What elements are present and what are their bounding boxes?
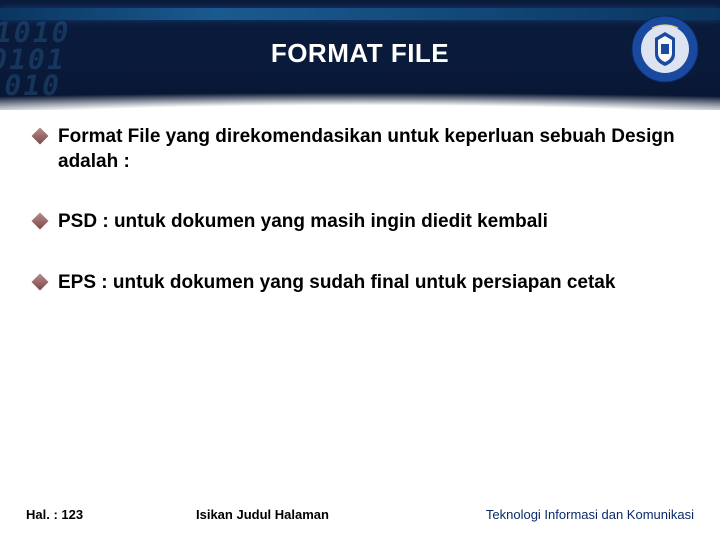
slide-title: FORMAT FILE [0, 38, 720, 69]
footer-center-text: Isikan Judul Halaman [196, 507, 486, 522]
bullet-item: EPS : untuk dokumen yang sudah final unt… [34, 271, 690, 296]
header-accent-band [0, 8, 720, 20]
page-number: Hal. : 123 [26, 507, 196, 522]
slide-header: 1010 0101 1010 FORMAT FILE [0, 0, 720, 110]
diamond-bullet-icon [32, 128, 49, 145]
bullet-text: EPS : untuk dokumen yang sudah final unt… [58, 271, 615, 296]
slide-footer: Hal. : 123 Isikan Judul Halaman Teknolog… [0, 507, 720, 522]
bullet-item: PSD : untuk dokumen yang masih ingin die… [34, 210, 690, 235]
bullet-text: PSD : untuk dokumen yang masih ingin die… [58, 210, 548, 235]
footer-right-text: Teknologi Informasi dan Komunikasi [486, 507, 694, 522]
diamond-bullet-icon [32, 213, 49, 230]
bullet-text: Format File yang direkomendasikan untuk … [58, 125, 690, 174]
diamond-bullet-icon [32, 274, 49, 291]
slide-content: Format File yang direkomendasikan untuk … [34, 125, 690, 332]
education-emblem-logo [630, 14, 700, 84]
header-fade [0, 70, 720, 110]
bullet-item: Format File yang direkomendasikan untuk … [34, 125, 690, 174]
